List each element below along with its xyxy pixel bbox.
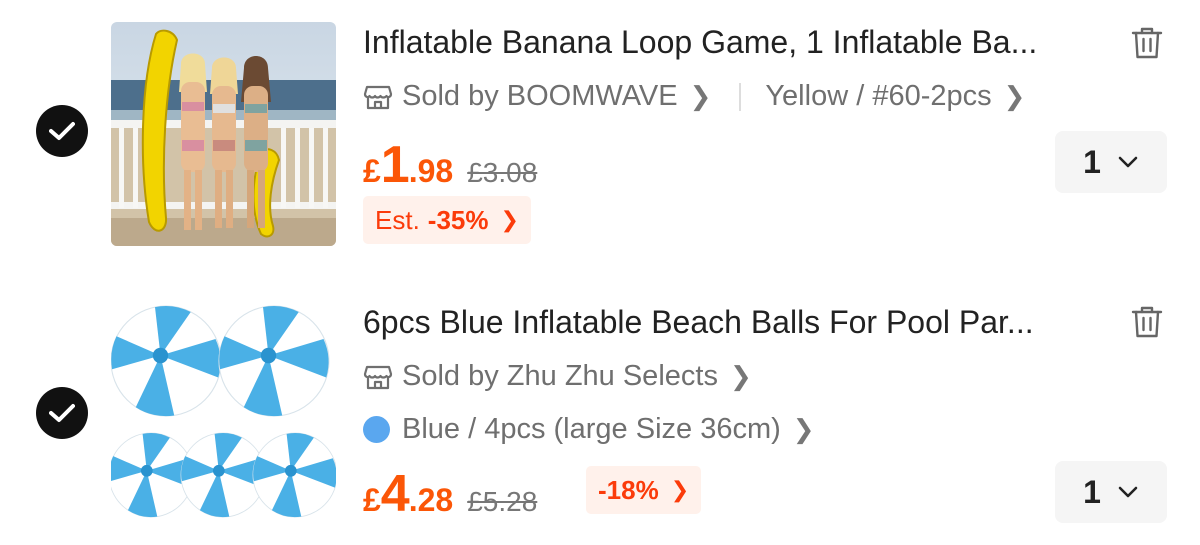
discount-badge[interactable]: -18% ❯ (586, 466, 702, 514)
original-price: £3.08 (467, 157, 538, 188)
cart-item: 6pcs Blue Inflatable Beach Balls For Poo… (0, 280, 1200, 545)
product-image[interactable] (111, 22, 336, 246)
discount-value: -18% (598, 474, 659, 505)
original-price: £5.28 (467, 486, 538, 517)
variant-selector[interactable]: Yellow / #60-2pcs (765, 80, 991, 113)
chevron-down-icon (1118, 486, 1138, 498)
discount-badge[interactable]: Est. -35% ❯ (363, 196, 531, 244)
seller-row: Sold by Zhu Zhu Selects ❯ (363, 360, 752, 393)
color-swatch (363, 416, 390, 443)
price-row: £ 4 .28 £5.28 (363, 464, 537, 524)
chevron-right-icon[interactable]: ❯ (690, 81, 712, 112)
store-icon (363, 85, 393, 109)
quantity-selector[interactable]: 1 (1055, 461, 1167, 523)
price-major: 1 (380, 136, 410, 194)
chevron-down-icon (1118, 156, 1138, 168)
cart-item: Inflatable Banana Loop Game, 1 Inflatabl… (0, 0, 1200, 270)
quantity-selector[interactable]: 1 (1055, 131, 1167, 193)
chevron-right-icon: ❯ (670, 477, 690, 502)
product-title[interactable]: Inflatable Banana Loop Game, 1 Inflatabl… (363, 24, 1115, 61)
price-major: 4 (380, 465, 410, 523)
chevron-right-icon: ❯ (500, 207, 519, 232)
product-image[interactable] (111, 303, 336, 527)
price-row: £ 1 .98 £3.08 (363, 135, 537, 195)
discount-prefix: Est. (375, 204, 420, 235)
quantity-value: 1 (1083, 143, 1101, 180)
trash-icon[interactable] (1130, 26, 1164, 60)
price-minor: .98 (408, 153, 454, 189)
variant-row[interactable]: Blue / 4pcs (large Size 36cm) ❯ (363, 413, 815, 446)
store-icon (363, 365, 393, 389)
selected-check-icon[interactable] (36, 105, 88, 157)
chevron-right-icon[interactable]: ❯ (793, 414, 815, 445)
price-minor: .28 (408, 482, 454, 518)
selected-check-icon[interactable] (36, 387, 88, 439)
variant-selector[interactable]: Blue / 4pcs (large Size 36cm) (402, 413, 781, 446)
price-currency: £ (363, 482, 381, 518)
seller-name[interactable]: Sold by BOOMWAVE (402, 80, 678, 113)
trash-icon[interactable] (1130, 305, 1164, 339)
seller-variant-row: Sold by BOOMWAVE ❯ Yellow / #60-2pcs ❯ (363, 80, 1025, 113)
quantity-value: 1 (1083, 473, 1101, 510)
chevron-right-icon[interactable]: ❯ (1004, 81, 1026, 112)
divider (739, 82, 742, 111)
product-title[interactable]: 6pcs Blue Inflatable Beach Balls For Poo… (363, 304, 1115, 341)
seller-name[interactable]: Sold by Zhu Zhu Selects (402, 360, 718, 393)
chevron-right-icon[interactable]: ❯ (730, 361, 752, 392)
price-currency: £ (363, 153, 381, 189)
discount-value: -35% (427, 204, 489, 235)
